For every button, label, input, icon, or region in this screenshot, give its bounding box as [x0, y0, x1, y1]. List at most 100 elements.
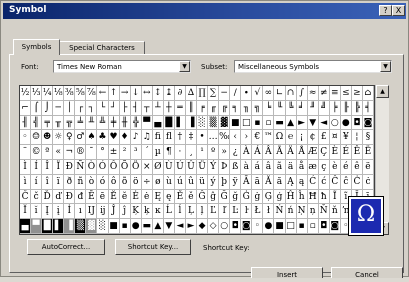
symbol-cell[interactable]: ×	[141, 160, 153, 175]
symbol-cell[interactable]: ·	[174, 145, 186, 160]
symbol-cell[interactable]: Ì	[20, 160, 32, 175]
symbol-cell[interactable]: ġ	[252, 189, 264, 205]
symbol-cell[interactable]: ă	[274, 174, 286, 190]
symbol-cell[interactable]: ĵ	[119, 204, 131, 220]
symbol-cell[interactable]: Ê	[351, 145, 363, 160]
symbol-cell[interactable]: Ø	[152, 160, 164, 175]
symbol-cell[interactable]: ≤	[340, 86, 352, 101]
symbol-cell[interactable]: ù	[163, 174, 175, 190]
symbol-cell[interactable]: é	[340, 160, 352, 175]
tab-symbols[interactable]: Symbols	[13, 39, 60, 55]
symbol-cell[interactable]: Č	[20, 189, 32, 205]
symbol-cell[interactable]: ⅝	[75, 86, 87, 101]
symbol-cell[interactable]: ÿ	[230, 174, 242, 190]
symbol-cell[interactable]: ◘	[230, 219, 242, 234]
symbol-cell[interactable]: Æ	[307, 145, 319, 160]
symbol-cell[interactable]: ╔	[219, 100, 231, 116]
symbol-cell[interactable]: ç	[318, 160, 330, 175]
symbol-cell[interactable]: Ļ	[185, 204, 197, 220]
symbol-cell[interactable]: ¦	[351, 130, 363, 146]
symbol-cell[interactable]: æ	[307, 160, 319, 175]
symbol-cell[interactable]: ģ	[274, 189, 286, 205]
symbol-cell[interactable]: Õ	[119, 160, 131, 175]
symbol-cell[interactable]: ê	[351, 160, 363, 175]
symbol-cell[interactable]: õ	[119, 174, 131, 190]
symbol-cell[interactable]: ⌡	[42, 100, 54, 116]
symbol-cell[interactable]: ╙	[274, 100, 286, 116]
symbol-cell[interactable]: ļ	[197, 204, 209, 220]
symbol-cell[interactable]: ▲	[285, 115, 297, 131]
symbol-cell[interactable]: ł	[263, 204, 275, 220]
symbol-cell[interactable]: •	[197, 130, 209, 146]
symbol-cell[interactable]: Ē	[86, 189, 98, 205]
symbol-cell[interactable]: ▼	[163, 219, 175, 234]
symbol-cell[interactable]: ■	[230, 115, 242, 131]
symbol-cell[interactable]: Ü	[197, 160, 209, 175]
symbol-cell[interactable]: ╜	[307, 100, 319, 116]
symbol-cell[interactable]: ▬	[141, 219, 153, 234]
symbol-cell[interactable]: ┤	[130, 100, 142, 116]
symbol-cell[interactable]: ╩	[97, 115, 109, 131]
symbol-cell[interactable]: ¯	[86, 145, 98, 160]
symbol-cell[interactable]: Ù	[163, 160, 175, 175]
symbol-cell[interactable]: □	[285, 219, 297, 234]
symbol-cell[interactable]: ↓	[130, 86, 142, 101]
symbol-cell[interactable]: ╞	[329, 100, 341, 116]
symbol-cell[interactable]: ķ	[141, 204, 153, 220]
symbol-cell[interactable]: ♫	[141, 130, 153, 146]
symbol-cell[interactable]: ŀ	[241, 204, 253, 220]
symbol-cell[interactable]: ┘	[108, 100, 120, 116]
symbol-cell[interactable]: ▫	[263, 115, 275, 131]
symbol-cell[interactable]: Đ	[64, 189, 76, 205]
symbol-cell[interactable]: ã	[274, 160, 286, 175]
symbol-cell[interactable]: ċ	[362, 174, 374, 190]
symbol-cell[interactable]: ě	[185, 189, 197, 205]
symbol-cell[interactable]: ∙	[241, 86, 253, 101]
symbol-cell[interactable]: ę	[163, 189, 175, 205]
symbol-cell[interactable]: ≈	[307, 86, 319, 101]
symbol-cell[interactable]: č	[31, 189, 43, 205]
symbol-cell[interactable]: ▀	[31, 219, 43, 234]
symbol-cell[interactable]: ◇	[208, 219, 220, 234]
symbol-cell[interactable]: ô	[108, 174, 120, 190]
symbol-cell[interactable]: †	[174, 130, 186, 146]
symbol-cell[interactable]: ń	[285, 204, 297, 220]
symbol-cell[interactable]: ║	[185, 100, 197, 116]
symbol-cell[interactable]: ľ	[219, 204, 231, 220]
symbol-cell[interactable]: ◆	[197, 219, 209, 234]
symbol-cell[interactable]: Ú	[174, 160, 186, 175]
symbol-cell[interactable]: ¹	[197, 145, 209, 160]
symbol-cell[interactable]: ĸ	[152, 204, 164, 220]
symbol-cell[interactable]: ╡	[362, 100, 374, 116]
symbol-cell[interactable]: ´	[141, 145, 153, 160]
symbol-cell[interactable]: Į	[42, 204, 54, 220]
symbol-cell[interactable]: …	[208, 130, 220, 146]
symbol-cell[interactable]: Ĵ	[108, 204, 120, 220]
symbol-cell[interactable]: ●	[263, 219, 275, 234]
symbol-cell[interactable]: »	[219, 145, 231, 160]
symbol-cell[interactable]: ↕	[152, 86, 164, 101]
symbol-cell[interactable]: Ĭ	[20, 204, 32, 220]
symbol-cell[interactable]: ╛	[296, 100, 308, 116]
symbol-cell[interactable]: Ï	[53, 160, 65, 175]
symbol-cell[interactable]: ć	[318, 174, 330, 190]
symbol-cell[interactable]: ﬂ	[163, 130, 175, 146]
symbol-cell[interactable]: Ġ	[241, 189, 253, 205]
symbol-cell[interactable]: ◄	[174, 219, 186, 234]
scroll-up-icon[interactable]: ▲	[376, 85, 389, 98]
symbol-cell[interactable]: ╣	[31, 115, 43, 131]
symbol-cell[interactable]: Ķ	[130, 204, 142, 220]
symbol-cell[interactable]: ›	[241, 130, 253, 146]
symbol-cell[interactable]: Í	[31, 160, 43, 175]
symbol-cell[interactable]: ∟	[274, 86, 286, 101]
subset-select[interactable]: Miscellaneous Symbols ▼	[234, 60, 392, 73]
shortcut-key-button[interactable]: Shortcut Key...	[115, 239, 191, 255]
symbol-cell[interactable]: ¢	[307, 130, 319, 146]
symbol-cell[interactable]: ►	[185, 219, 197, 234]
symbol-cell[interactable]: ∑	[208, 86, 220, 101]
symbol-cell[interactable]: Ė	[130, 189, 142, 205]
symbol-cell[interactable]: Ĩ	[329, 189, 341, 205]
symbol-cell[interactable]: ⅞	[86, 86, 98, 101]
symbol-cell[interactable]: ◦	[252, 219, 264, 234]
symbol-cell[interactable]: µ	[152, 145, 164, 160]
